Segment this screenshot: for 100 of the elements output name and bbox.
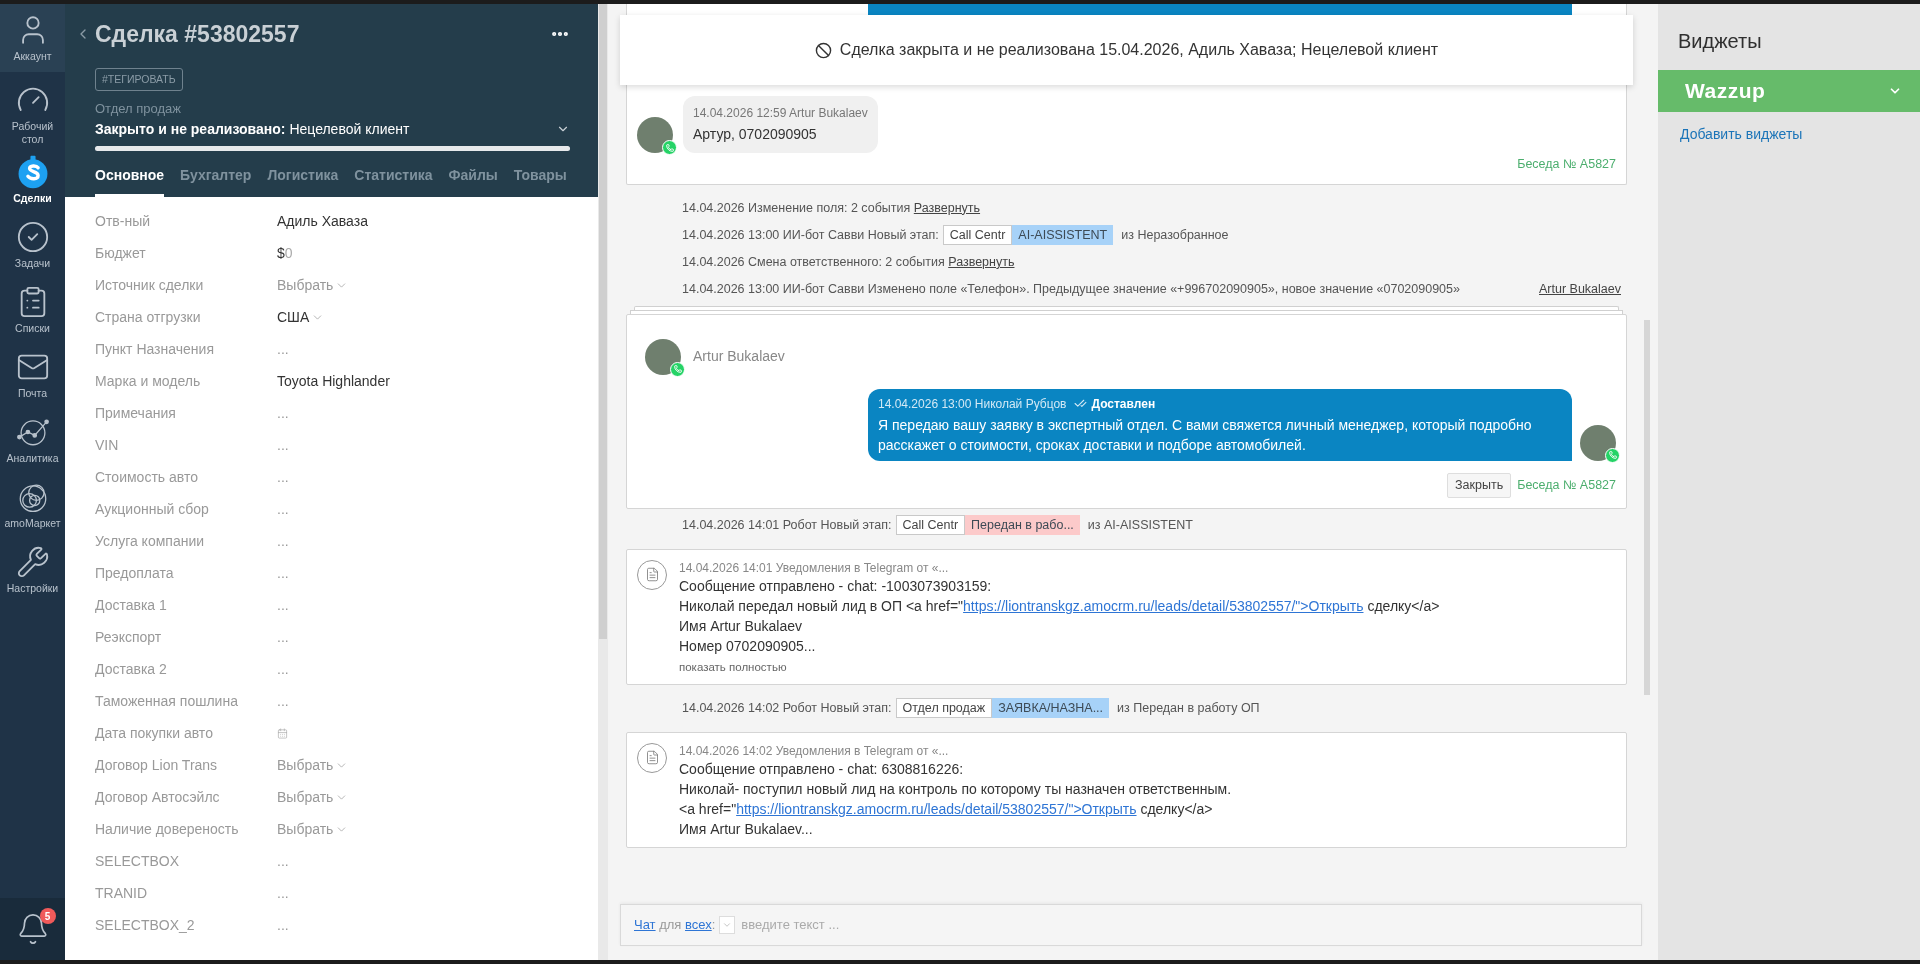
nav-item[interactable]: Сделки (0, 147, 65, 212)
pipeline-label: Отдел продаж (895, 698, 993, 719)
notification-badge: 5 (39, 908, 56, 924)
deal-tab[interactable]: Файлы (448, 165, 498, 197)
recipient-dropdown[interactable] (719, 916, 736, 934)
field-value[interactable]: ... (277, 882, 289, 904)
checkmark-icon (15, 219, 50, 254)
field-value[interactable]: Адиль Хаваза (277, 210, 368, 232)
deal-tab[interactable]: Бухгалтер (180, 165, 252, 197)
field-value[interactable]: ... (277, 850, 289, 872)
field-select[interactable]: Выбрать (277, 754, 334, 776)
nav-item[interactable]: Аккаунт (0, 4, 65, 72)
message-text: Я передаю вашу заявку в экспертный отдел. С вами свяжется личный менеджер, который подробно расскажет о стоимости, сроках доставки и подборе автомобилей. (878, 415, 1533, 455)
field-value[interactable]: ... (277, 466, 289, 488)
wrench-icon (15, 544, 50, 579)
field-select[interactable]: Выбрать (277, 818, 334, 840)
field-select[interactable]: США (277, 306, 310, 328)
field-value[interactable]: $0 (277, 242, 293, 264)
field-value[interactable]: ... (277, 434, 289, 456)
pipeline-label: Call Centr (942, 225, 1013, 246)
field-label: Пункт Назначения (95, 339, 215, 359)
avatar-photo (645, 338, 681, 375)
field-label: SELECTBOX (95, 851, 181, 871)
nav-item[interactable]: Аналитика (0, 407, 65, 472)
widget-header[interactable]: Wazzup (1658, 70, 1920, 112)
field-value[interactable]: ... (277, 562, 289, 584)
field-value[interactable]: ... (277, 690, 289, 712)
widgets-title: Виджеты (1678, 29, 1763, 54)
scrollbar-thumb[interactable] (1644, 320, 1650, 695)
field-label: Доставка 1 (95, 595, 168, 615)
field-value[interactable]: ... (277, 594, 289, 616)
field-label: Страна отгрузки (95, 307, 202, 327)
delivery-status: Доставлен (1091, 395, 1156, 413)
message-meta: 14.04.2026 13:00 Николай Рубцов (878, 395, 1067, 413)
nav-item[interactable]: amoМаркет (0, 472, 65, 537)
deal-title: Сделка #53802557 (95, 19, 300, 49)
field-select[interactable]: Выбрать (277, 274, 334, 296)
conversation-label: Беседа № A5827 (1517, 476, 1616, 494)
contact-name: Artur Bukalaev (693, 347, 785, 367)
chat-badge-icon (662, 140, 677, 155)
nav-item[interactable]: Задачи (0, 212, 65, 277)
event-text: 14.04.2026 14:01 Робот Новый этап: (682, 516, 892, 534)
field-value[interactable]: Toyota Highlander (277, 370, 390, 392)
field-label: Примечания (95, 403, 177, 423)
field-label: Источник сделки (95, 275, 205, 295)
expand-link[interactable]: Развернуть (948, 254, 1015, 269)
avatar-photo (637, 117, 673, 153)
author-link[interactable]: Artur Bukalaev (1539, 279, 1621, 299)
field-label: Аукционный сбор (95, 499, 210, 519)
event-text: 14.04.2026 13:00 ИИ-бот Савви Изменено поле «Телефон». Предыдущее значение «+996702090905», новое значение «0702090905» (682, 280, 1460, 298)
recipient-link[interactable]: всех (685, 917, 712, 933)
scrollbar-thumb[interactable] (599, 4, 607, 639)
field-label: Договор Lion Trans (95, 755, 219, 775)
stage-label: AI-AISSISTENT (1012, 225, 1114, 246)
chat-mode-link[interactable]: Чат (634, 917, 656, 933)
close-chat-button[interactable]: Закрыть (1447, 472, 1512, 498)
ban-icon (814, 41, 832, 59)
deal-tab[interactable]: Статистика (354, 165, 433, 197)
field-label: Отв-ный (95, 211, 151, 231)
show-more-link[interactable]: показать полностью (679, 658, 1440, 676)
note-line: Николай- поступил новый лид на контроль по которому ты назначен ответственным. (679, 779, 1232, 799)
nav-item[interactable]: Настройки (0, 537, 65, 602)
tag-button[interactable]: #ТЕГИРОВАТЬ (95, 68, 183, 91)
field-label: Наличие довереность (95, 819, 240, 839)
field-value[interactable]: ... (277, 658, 289, 680)
field-select[interactable]: Выбрать (277, 786, 334, 808)
field-label: Услуга компании (95, 531, 206, 551)
nav-item[interactable]: Почта (0, 342, 65, 407)
field-label: Доставка 2 (95, 659, 168, 679)
field-label: Бюджет (95, 243, 147, 263)
deal-tab[interactable]: Товары (513, 165, 567, 197)
field-label: Дата покупки авто (95, 723, 214, 743)
field-value[interactable]: ... (277, 402, 289, 424)
nav-item[interactable]: Списки (0, 277, 65, 342)
note-line: Николай передал новый лид в ОП <a href="https://liontranskgz.amocrm.ru/leads/detail/53802557/">Открыть сделку</a> (679, 596, 1440, 616)
field-label: SELECTBOX_2 (95, 915, 196, 935)
calendar-icon[interactable] (277, 727, 288, 739)
deal-tab[interactable]: Логистика (267, 165, 339, 197)
conversation-label: Беседа № A5827 (1517, 156, 1616, 173)
message-meta: 14.04.2026 12:59 Artur Bukalaev (693, 105, 868, 122)
note-line: Имя Artur Bukalaev (679, 616, 803, 636)
add-widgets-link[interactable]: Добавить виджеты (1680, 124, 1920, 145)
field-value[interactable]: ... (277, 914, 289, 936)
field-value[interactable]: ... (277, 498, 289, 520)
field-value[interactable]: ... (277, 530, 289, 552)
message-text: Артур, 0702090905 (693, 125, 818, 144)
deal-tab[interactable]: Основное (95, 165, 165, 197)
note-line: <a href="https://liontranskgz.amocrm.ru/leads/detail/53802557/">Открыть сделку</a> (679, 799, 1214, 819)
message-input[interactable]: введите текст ... (741, 915, 1628, 935)
deal-link[interactable]: https://liontranskgz.amocrm.ru/leads/detail/53802557/">Открыть (963, 597, 1364, 614)
field-value[interactable]: ... (277, 338, 289, 360)
nav-item[interactable]: Рабочий стол (0, 82, 65, 147)
field-label: Предоплата (95, 563, 175, 583)
field-value[interactable]: ... (277, 626, 289, 648)
field-label: Таможенная пошлина (95, 691, 239, 711)
deal-link[interactable]: https://liontranskgz.amocrm.ru/leads/detail/53802557/">Открыть (736, 800, 1137, 817)
status-select[interactable]: Закрыто и не реализовано: Нецелевой клиент (95, 118, 570, 140)
chat-input-bar[interactable]: Чат для всех: введите текст ... (620, 904, 1642, 946)
note-meta: 14.04.2026 14:02 Уведомления в Telegram от «... (679, 742, 950, 759)
expand-link[interactable]: Развернуть (913, 200, 981, 215)
